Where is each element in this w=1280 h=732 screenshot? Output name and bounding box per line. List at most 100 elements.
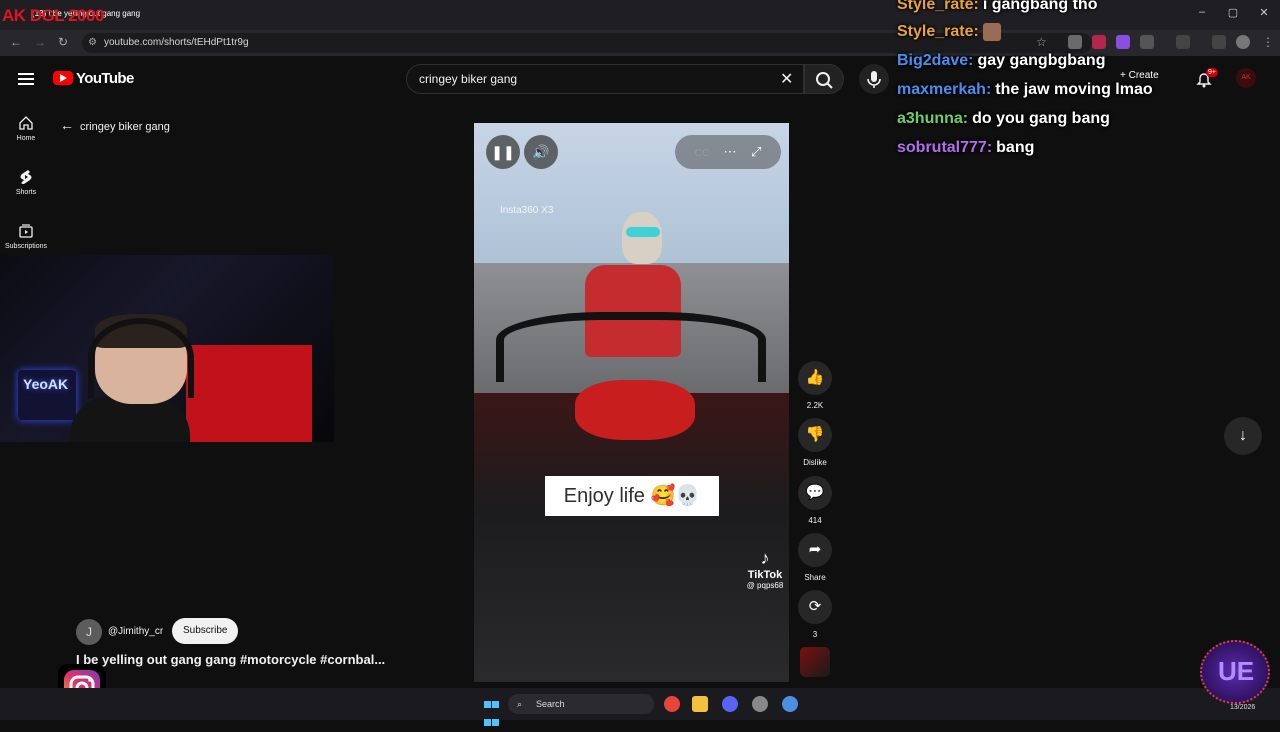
- chat-text: bang: [996, 139, 1035, 156]
- create-button[interactable]: + Create: [1120, 70, 1159, 81]
- site-info-icon[interactable]: ⚙: [88, 37, 97, 48]
- chat-message: maxmerkah: the jaw moving lmao: [897, 81, 1153, 99]
- stream-overlay-title: AK DGL 2000: [2, 6, 104, 25]
- home-icon: [19, 116, 33, 130]
- youtube-play-icon: [60, 74, 67, 82]
- motorcycle-tank: [575, 380, 695, 440]
- fullscreen-icon[interactable]: ⤢: [751, 144, 761, 159]
- share-label: Share: [804, 573, 826, 582]
- sidebar-item-label: Subscriptions: [4, 243, 48, 250]
- subscribe-button[interactable]: Subscribe: [172, 618, 239, 644]
- arrow-down-icon: ↓: [1239, 427, 1247, 444]
- sound-thumbnail[interactable]: [800, 647, 830, 677]
- share-icon: ➦: [798, 533, 832, 567]
- maximize-icon[interactable]: ▢: [1223, 6, 1243, 19]
- chrome-icon[interactable]: [664, 696, 680, 712]
- chat-username: Style_rate:: [897, 23, 979, 41]
- remix-count: 3: [812, 630, 818, 639]
- back-label: cringey biker gang: [80, 121, 170, 133]
- comments-button[interactable]: 💬 414: [798, 476, 832, 525]
- chat-emote-icon: [982, 23, 1001, 41]
- browser-icon[interactable]: [782, 696, 798, 712]
- like-button[interactable]: 👍 2.2K: [798, 361, 832, 410]
- windows-start-icon[interactable]: [484, 696, 500, 726]
- neon-sign-text: YeoAK: [23, 376, 69, 392]
- more-options-icon[interactable]: ⋯: [724, 144, 737, 159]
- discord-icon[interactable]: [722, 696, 738, 712]
- taskbar-search-label: Search: [536, 699, 565, 709]
- tiktok-watermark: ♪ TikTok @ pqps68: [740, 548, 790, 590]
- pause-icon[interactable]: ❚❚: [486, 135, 520, 169]
- chat-text: gay gangbgbang: [977, 52, 1106, 69]
- video-controls-left: ❚❚ 🔊: [486, 135, 576, 169]
- tiktok-label: TikTok: [747, 569, 783, 581]
- search-icon: [816, 72, 833, 89]
- like-count: 2.2K: [806, 401, 824, 410]
- motorcycle-handlebars: [496, 312, 766, 382]
- rider-skull-mask: [622, 212, 662, 264]
- next-short-button[interactable]: ↓: [1224, 417, 1262, 455]
- chat-message: Big2dave: gay gangbgbang: [897, 52, 1105, 70]
- chat-username: sobrutal777:: [897, 139, 993, 156]
- create-label: Create: [1128, 70, 1159, 81]
- chat-message: a3hunna: do you gang bang: [897, 110, 1110, 128]
- chat-username: Style_rate:: [897, 0, 979, 13]
- emblem-letters: UE: [1218, 656, 1255, 686]
- video-title[interactable]: I be yelling out gang gang #motorcycle #…: [76, 652, 385, 667]
- remix-icon: ⟳: [798, 590, 832, 624]
- profile-icon[interactable]: [1236, 35, 1250, 49]
- chat-username: a3hunna:: [897, 110, 969, 127]
- cast-icon[interactable]: [1176, 35, 1190, 49]
- microphone-icon: [867, 71, 881, 88]
- sidebar-item-home[interactable]: Home: [0, 115, 52, 142]
- sidebar-item-subscriptions[interactable]: Subscriptions: [0, 223, 52, 250]
- back-to-search-link[interactable]: ← cringey biker gang: [60, 117, 170, 133]
- search-button[interactable]: [804, 64, 844, 94]
- app-icon[interactable]: [752, 696, 768, 712]
- hamburger-menu-icon[interactable]: [18, 70, 34, 86]
- browser-menu-icon[interactable]: ⋮: [1262, 35, 1274, 49]
- youtube-logo-text[interactable]: YouTube: [76, 70, 134, 87]
- chat-text: do you gang bang: [972, 110, 1110, 127]
- tiktok-icon: ♪: [760, 548, 770, 568]
- close-window-icon[interactable]: ✕: [1254, 6, 1274, 19]
- account-avatar[interactable]: AK: [1236, 68, 1256, 88]
- chat-message: Style_rate:: [897, 23, 1001, 41]
- extension-icon[interactable]: [1092, 35, 1106, 49]
- back-nav-icon[interactable]: ←: [10, 35, 22, 49]
- comment-count: 414: [808, 516, 822, 525]
- search-icon: ⌕: [517, 699, 523, 709]
- voice-search-button[interactable]: [859, 64, 889, 94]
- chat-username: Big2dave:: [897, 52, 974, 69]
- channel-avatar[interactable]: J: [76, 619, 102, 645]
- channel-name[interactable]: @Jimithy_cr: [108, 626, 163, 637]
- video-watermark: Insta360 X3: [500, 205, 554, 216]
- volume-icon[interactable]: 🔊: [524, 135, 558, 169]
- chat-username: maxmerkah:: [897, 81, 992, 98]
- search-query-text: cringey biker gang: [419, 72, 518, 86]
- extensions-puzzle-icon[interactable]: [1140, 35, 1154, 49]
- clear-search-icon[interactable]: ✕: [780, 69, 793, 89]
- thumbs-down-icon: 👎: [798, 418, 832, 452]
- taskbar-search[interactable]: ⌕ Search: [508, 694, 654, 714]
- file-explorer-icon[interactable]: [692, 696, 708, 712]
- tiktok-username: @ pqps68: [746, 581, 784, 590]
- sidebar-item-shorts[interactable]: Shorts: [0, 169, 52, 196]
- comment-icon: 💬: [798, 476, 832, 510]
- sidebar-item-label: Home: [16, 135, 36, 142]
- subscriptions-icon: [19, 224, 33, 238]
- dislike-label: Dislike: [803, 458, 827, 467]
- extension-icon[interactable]: [1068, 35, 1082, 49]
- forward-nav-icon[interactable]: →: [34, 35, 46, 49]
- captions-icon[interactable]: CC: [695, 148, 709, 159]
- extension-icon[interactable]: [1116, 35, 1130, 49]
- share-button[interactable]: ➦ Share: [798, 533, 832, 582]
- dislike-button[interactable]: 👎 Dislike: [798, 418, 832, 467]
- bookmark-star-icon[interactable]: ☆: [1036, 35, 1047, 49]
- url-text: youtube.com/shorts/tEHdPt1tr9g: [104, 37, 249, 48]
- video-caption: Enjoy life 🥰💀: [545, 476, 719, 516]
- reload-icon[interactable]: ↻: [58, 35, 68, 49]
- remix-button[interactable]: ⟳ 3: [798, 590, 832, 639]
- minimize-icon[interactable]: –: [1192, 6, 1212, 18]
- downloads-icon[interactable]: [1212, 35, 1226, 49]
